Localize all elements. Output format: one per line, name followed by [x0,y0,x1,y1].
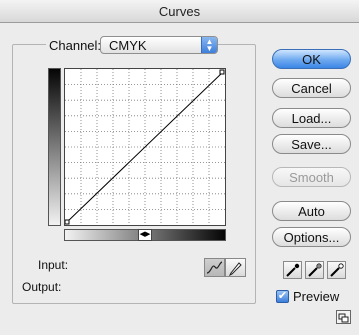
cancel-button[interactable]: Cancel [272,78,351,98]
white-eyedropper-icon [330,263,344,277]
preview-checkbox[interactable]: ✔ [276,290,289,303]
expand-button[interactable] [336,310,351,324]
gray-eyedropper-button[interactable] [305,261,324,279]
curve-point-end [219,69,225,75]
save-button[interactable]: Save... [272,134,351,154]
curve-mode-button[interactable] [204,258,225,277]
pencil-icon [228,262,242,277]
gradient-toggle-icon[interactable]: ◀▶ [138,229,152,241]
title-bar: Curves [0,0,359,23]
channel-select[interactable]: CMYK ▲ ▼ [100,36,218,54]
window-title: Curves [158,4,201,19]
checkmark-icon: ✔ [277,290,288,302]
curve-point-start [64,219,70,225]
channel-label: Channel: [46,38,105,53]
curve-grid-svg [64,69,225,225]
curves-dialog: Curves Channel: CMYK ▲ ▼ ◀▶ Input: Outpu… [0,0,359,335]
smooth-button[interactable]: Smooth [272,167,351,187]
channel-value: CMYK [109,38,147,53]
curve-line [65,71,224,224]
auto-button[interactable]: Auto [272,201,351,221]
ok-button[interactable]: OK [272,49,351,69]
curve-graph[interactable] [64,68,226,226]
preview-label: Preview [293,289,340,304]
load-button[interactable]: Load... [272,108,351,128]
black-eyedropper-icon [286,263,300,277]
pencil-mode-button[interactable] [225,258,246,277]
select-arrows-icon: ▲ ▼ [201,37,217,53]
output-label: Output: [22,280,62,294]
white-eyedropper-button[interactable] [327,261,346,279]
options-button[interactable]: Options... [272,227,351,247]
output-gradient-bar [48,68,61,226]
gray-eyedropper-icon [308,263,322,277]
input-label: Input: [38,258,69,272]
expand-icon [338,313,349,323]
black-eyedropper-button[interactable] [283,261,302,279]
curve-icon [206,261,223,274]
